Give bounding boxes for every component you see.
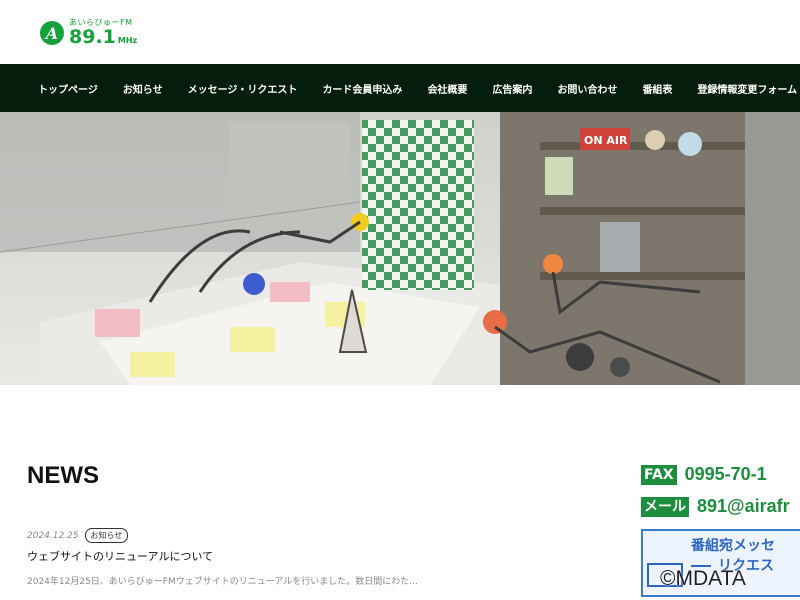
- hero-studio-image: ON AIR: [0, 112, 800, 385]
- main-nav: トップページ お知らせ メッセージ・リクエスト カード会員申込み 会社概要 広告…: [0, 64, 800, 112]
- news-headline-link[interactable]: ウェブサイトのリニューアルについて: [27, 548, 213, 564]
- nav-item-contact[interactable]: お問い合わせ: [557, 81, 617, 96]
- mail-label: メール: [641, 496, 689, 517]
- fax-number: 0995-70-1: [684, 464, 767, 484]
- logo-text: あいらびゅーFM 89.1 MHz: [69, 19, 137, 47]
- nav-item-advertising[interactable]: 広告案内: [492, 81, 532, 96]
- banner-line1: 番組宛メッセ: [691, 538, 775, 554]
- mail-address[interactable]: 891@airafr: [697, 496, 790, 517]
- fax-contact: FAX 0995-70-1: [641, 464, 767, 485]
- nav-item-registration-form[interactable]: 登録情報変更フォーム: [697, 81, 797, 96]
- news-excerpt: 2024年12月25日、あいらびゅーFMウェブサイトのリニューアルを行いました。…: [27, 577, 418, 587]
- logo-frequency: 89.1: [69, 26, 116, 48]
- news-category-badge[interactable]: お知らせ: [84, 528, 129, 543]
- news-item-meta: 2024.12.25 お知らせ: [27, 528, 129, 543]
- nav-item-schedule[interactable]: 番組表: [642, 81, 672, 96]
- site-logo[interactable]: A あいらびゅーFM 89.1 MHz: [40, 19, 137, 47]
- studio-photo: ON AIR: [0, 112, 800, 385]
- nav-item-top[interactable]: トップページ: [38, 81, 98, 96]
- mail-contact: メール 891@airafr: [641, 496, 790, 517]
- logo-mark-icon: A: [40, 21, 64, 45]
- copyright-watermark: ©MDATA: [660, 567, 746, 590]
- news-section-title: NEWS: [27, 462, 99, 489]
- logo-unit: MHz: [117, 36, 138, 45]
- news-date: 2024.12.25: [27, 530, 79, 541]
- nav-item-company[interactable]: 会社概要: [427, 81, 467, 96]
- fax-label: FAX: [641, 464, 677, 485]
- nav-item-card-member[interactable]: カード会員申込み: [322, 81, 402, 96]
- nav-item-news[interactable]: お知らせ: [123, 81, 163, 96]
- site-header: A あいらびゅーFM 89.1 MHz: [0, 0, 800, 64]
- nav-item-message-request[interactable]: メッセージ・リクエスト: [188, 81, 298, 96]
